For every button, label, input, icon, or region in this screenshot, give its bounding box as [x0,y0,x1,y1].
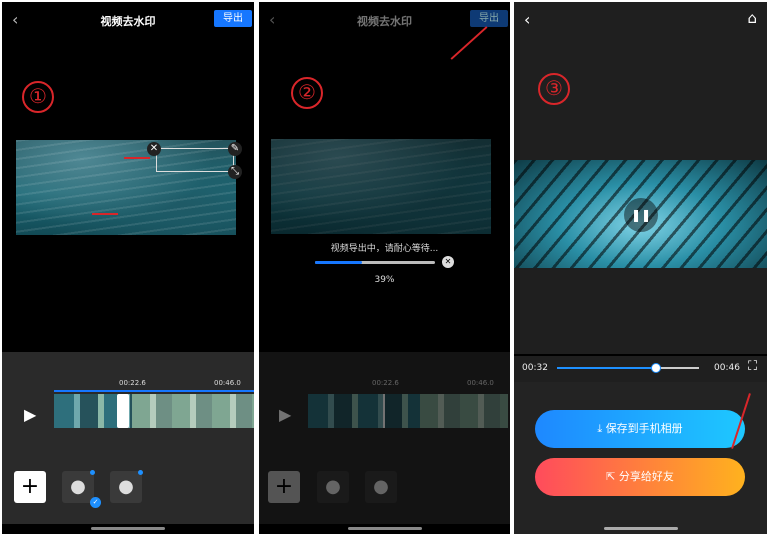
export-progress-bar [315,261,435,264]
playhead [383,394,385,428]
seek-fill [557,367,657,369]
current-time: 00:32 [522,363,548,373]
drop-icon: ● [118,476,134,497]
watermark-selection-box[interactable] [156,148,234,172]
cancel-export-icon[interactable]: ✕ [442,256,454,268]
time-tick: 00:46.0 [214,379,241,387]
pause-icon[interactable]: ❚❚ [624,198,658,232]
panel-step-1: ‹ 视频去水印 导出 ① ✕ ✎ ⤡ 00:22.6 00:46.0 ▶ + ●… [2,2,254,534]
step-marker: ③ [538,73,570,105]
status-dot [138,470,143,475]
watermark-tool-1: ● [317,471,349,503]
drop-icon: ● [70,476,86,497]
play-icon[interactable]: ▶ [279,405,291,424]
playhead[interactable] [117,394,129,428]
panel-step-3: ‹ ⌂ ③ ❚❚ 00:32 00:46 ⛶ ⤓ 保存到手机相册 ⇱ 分享给好友 [514,2,767,534]
step-marker: ② [291,77,323,109]
share-icon: ⇱ [606,470,616,483]
seek-bar[interactable] [557,363,699,373]
play-icon[interactable]: ▶ [24,405,36,424]
watermark-tool-2: ● [365,471,397,503]
home-indicator [347,527,422,530]
drop-icon: ● [325,476,341,497]
share-button[interactable]: ⇱ 分享给好友 [535,458,745,496]
export-button[interactable]: 导出 [214,10,252,27]
video-strip [308,394,508,428]
add-button[interactable]: + [14,471,46,503]
total-time: 00:46 [714,363,740,373]
panel-step-2: ‹ 视频去水印 导出 ② 视频导出中，请耐心等待... ✕ 39% 00:22.… [259,2,510,534]
download-icon: ⤓ [597,422,603,435]
save-label: 保存到手机相册 [605,422,683,435]
save-to-album-button[interactable]: ⤓ 保存到手机相册 [535,410,745,448]
check-icon: ✓ [90,497,101,508]
resize-icon[interactable]: ⤡ [228,165,242,179]
share-label: 分享给好友 [618,470,674,483]
divider [514,354,767,356]
timeline-area: 00:22.6 00:46.0 ▶ + ● ✓ ● [2,352,254,524]
actions-area: ⤓ 保存到手机相册 ⇱ 分享给好友 [514,382,767,534]
home-icon[interactable]: ⌂ [747,9,757,27]
time-tick: 00:46.0 [467,379,494,387]
add-button[interactable]: + [268,471,300,503]
timeline-area: 00:22.6 00:46.0 ▶ + ● ● [259,352,510,524]
annotation-arrow [450,26,488,60]
time-tick: 00:22.6 [372,379,399,387]
fullscreen-icon[interactable]: ⛶ [748,359,757,374]
watermark-tool-1[interactable]: ● ✓ [62,470,101,508]
seek-knob[interactable] [651,363,662,373]
export-progress-percent: 39% [374,275,395,285]
video-strip[interactable] [54,394,254,428]
video-preview[interactable] [16,140,236,235]
video-preview [271,139,491,234]
export-progress-fill [315,261,362,264]
drop-icon: ● [373,476,389,497]
video-player[interactable]: ❚❚ [514,160,767,268]
annotation-arrow [124,157,150,159]
time-tick: 00:22.6 [119,379,146,387]
watermark-tool-2[interactable]: ● [110,470,143,503]
annotation-arrow [92,213,118,215]
back-icon[interactable]: ‹ [524,10,530,29]
export-button[interactable]: 导出 [470,10,508,27]
home-indicator [91,527,165,530]
close-icon[interactable]: ✕ [147,142,161,156]
status-dot [90,470,95,475]
home-indicator [603,527,678,530]
edit-icon[interactable]: ✎ [228,142,242,156]
step-marker: ① [22,81,54,113]
export-progress-text: 视频导出中，请耐心等待... [330,244,439,254]
timeline-progress [54,390,254,392]
